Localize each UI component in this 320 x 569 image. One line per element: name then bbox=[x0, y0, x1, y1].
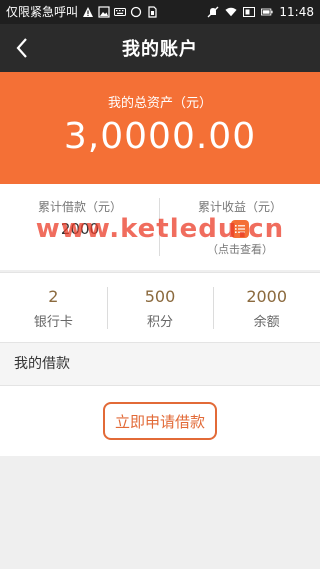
cumulative-loan-value: 2000 bbox=[60, 220, 100, 238]
apply-loan-button[interactable]: 立即申请借款 bbox=[103, 402, 217, 440]
loan-apply-area: 立即申请借款 bbox=[0, 386, 320, 456]
data-saver-icon bbox=[243, 6, 256, 18]
sim-icon bbox=[146, 6, 158, 18]
stat-label: 积分 bbox=[147, 315, 174, 330]
my-loans-header: 我的借款 bbox=[0, 342, 320, 386]
status-bar: 仅限紧急呼叫 11:48 bbox=[0, 0, 320, 24]
status-bar-right: 11:48 bbox=[207, 0, 314, 24]
wifi-icon bbox=[225, 6, 237, 18]
chevron-left-icon bbox=[16, 38, 27, 58]
view-income-button[interactable]: （点击查看） bbox=[160, 220, 320, 257]
carrier-text: 仅限紧急呼叫 bbox=[6, 5, 79, 19]
stat-value: 500 bbox=[144, 287, 176, 306]
cumulative-income-label: 累计收益（元） bbox=[197, 200, 282, 214]
keyboard-icon bbox=[114, 6, 127, 18]
stat-label: 银行卡 bbox=[33, 315, 73, 330]
clock-text: 11:48 bbox=[279, 5, 314, 19]
total-assets-amount: 3,0000.00 bbox=[63, 116, 257, 157]
mute-icon bbox=[207, 6, 219, 18]
nav-bar: 我的账户 bbox=[0, 24, 320, 72]
stat-value: 2000 bbox=[246, 287, 288, 306]
warning-icon bbox=[82, 6, 94, 18]
cumulative-loan-label: 累计借款（元） bbox=[37, 200, 122, 214]
list-icon bbox=[231, 220, 249, 238]
stat-points[interactable]: 500 积分 bbox=[106, 273, 214, 342]
stat-label: 余额 bbox=[253, 315, 280, 330]
circle-icon bbox=[130, 6, 142, 18]
total-assets-label: 我的总资产（元） bbox=[107, 96, 212, 111]
battery-icon bbox=[261, 6, 273, 18]
cumulative-income: 累计收益（元） （点击查看） bbox=[160, 184, 320, 270]
stat-value: 2 bbox=[48, 287, 59, 306]
stats-row: 2 银行卡 500 积分 2000 余额 bbox=[0, 272, 320, 342]
back-button[interactable] bbox=[6, 24, 38, 72]
stat-balance[interactable]: 2000 余额 bbox=[213, 273, 320, 342]
image-icon bbox=[98, 6, 110, 18]
view-income-hint: （点击查看） bbox=[207, 243, 273, 256]
summary-panel: 累计借款（元） 2000 累计收益（元） （点击查看） bbox=[0, 184, 320, 270]
stat-bank-cards[interactable]: 2 银行卡 bbox=[0, 273, 107, 342]
cumulative-loan: 累计借款（元） 2000 bbox=[0, 184, 160, 270]
page-title: 我的账户 bbox=[122, 39, 198, 60]
total-assets-panel: 我的总资产（元） 3,0000.00 bbox=[0, 72, 320, 184]
status-bar-left: 仅限紧急呼叫 bbox=[6, 0, 207, 24]
